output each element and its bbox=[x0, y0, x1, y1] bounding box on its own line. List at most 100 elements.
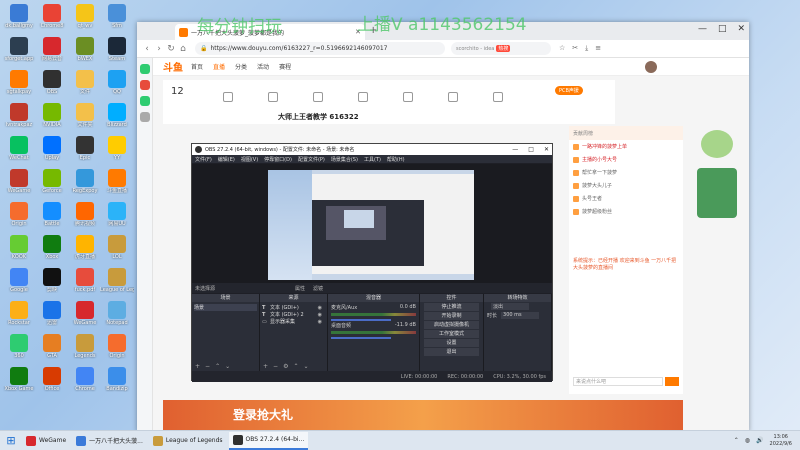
douyu-logo[interactable]: 斗鱼 bbox=[163, 59, 183, 74]
download-icon[interactable]: ⤓ bbox=[585, 44, 588, 53]
desktop-icon[interactable]: Blizzard bbox=[102, 103, 132, 128]
desktop-icon[interactable]: Chrome bbox=[70, 367, 100, 392]
desktop-icon[interactable]: Notepad bbox=[102, 301, 132, 326]
desktop-icon[interactable]: Geforce bbox=[37, 169, 67, 194]
control-button[interactable]: 设置 bbox=[424, 339, 479, 347]
add-source-button[interactable]: + bbox=[263, 363, 268, 370]
desktop-icon[interactable]: YY bbox=[102, 136, 132, 161]
nav-item-live[interactable]: 直播 bbox=[213, 62, 225, 71]
minimize-button[interactable]: — bbox=[698, 24, 707, 34]
tray-arrow-icon[interactable]: ⌃ bbox=[734, 437, 739, 444]
taskbar-item[interactable]: 一万八千把大头菠... bbox=[72, 432, 147, 450]
obs-menu-item[interactable]: 文件(F) bbox=[195, 156, 212, 163]
desktop-icon[interactable]: LOL bbox=[102, 235, 132, 260]
desktop-icon[interactable]: KOOK bbox=[4, 235, 34, 260]
desktop-icon[interactable]: QQ bbox=[102, 70, 132, 95]
obs-minimize-button[interactable]: — bbox=[512, 146, 518, 153]
send-button[interactable] bbox=[665, 377, 679, 386]
desktop-icon[interactable]: Chrome8 bbox=[37, 4, 67, 29]
source-item[interactable]: T 文本 (GDI+) 2 ◉ bbox=[262, 311, 325, 319]
desktop-icon[interactable]: 斗鱼直播 bbox=[102, 169, 132, 194]
move-up-icon[interactable]: ⌃ bbox=[215, 363, 220, 370]
rank-row[interactable]: 一路冲锋的菠萝上单 bbox=[569, 140, 683, 153]
obs-menu-item[interactable]: 工具(T) bbox=[364, 156, 381, 163]
desktop-icon[interactable]: Xbox Game bbox=[4, 367, 34, 392]
desktop-icon[interactable]: 网易云音 bbox=[37, 37, 67, 62]
fans-icon[interactable] bbox=[358, 92, 368, 102]
gift-icon[interactable] bbox=[223, 92, 233, 102]
wave-icon[interactable] bbox=[268, 92, 278, 102]
desktop-icon[interactable]: 剪映 bbox=[37, 268, 67, 293]
tv-icon[interactable] bbox=[403, 92, 413, 102]
desktop-icon[interactable]: Legends bbox=[70, 334, 100, 359]
control-button[interactable]: 退出 bbox=[424, 348, 479, 356]
desktop-icon[interactable]: Origin bbox=[102, 334, 132, 359]
desktop-icon[interactable]: Bandizip bbox=[102, 367, 132, 392]
sidebar-more-icon[interactable] bbox=[139, 112, 150, 122]
eye-icon[interactable]: ◉ bbox=[318, 319, 322, 325]
desktop-icon[interactable]: sgtalkpay bbox=[4, 70, 34, 95]
remove-source-button[interactable]: − bbox=[273, 363, 278, 370]
move-down-icon[interactable]: ⌄ bbox=[225, 363, 230, 370]
desktop-icon[interactable]: lvntrakpaz bbox=[4, 103, 34, 128]
network-icon[interactable]: ◍ bbox=[745, 437, 750, 444]
desktop-icon[interactable]: bWEX bbox=[70, 37, 100, 62]
desktop-icon[interactable]: 文件夹 bbox=[70, 103, 100, 128]
source-item[interactable]: ▭ 显示器采集 ◉ bbox=[262, 318, 325, 326]
maximize-button[interactable]: □ bbox=[718, 24, 727, 34]
obs-menu-item[interactable]: 视图(V) bbox=[241, 156, 258, 163]
desktop-icon[interactable]: 网易UU bbox=[102, 202, 132, 227]
desktop-icon[interactable]: Google bbox=[4, 268, 34, 293]
desktop-icon[interactable]: NVIDIA bbox=[37, 103, 67, 128]
add-scene-button[interactable]: + bbox=[195, 363, 200, 370]
close-button[interactable]: ✕ bbox=[737, 24, 745, 34]
obs-close-button[interactable]: ✕ bbox=[544, 146, 549, 153]
desktop-icon[interactable]: League of Legends bbox=[100, 268, 134, 293]
volume-icon[interactable]: 🔊 bbox=[756, 437, 763, 444]
source-settings-icon[interactable]: ⚙ bbox=[283, 363, 288, 370]
address-bar[interactable]: 🔒 https://www.douyu.com/6163227_r=0.5196… bbox=[195, 42, 445, 55]
menu-icon[interactable]: ≡ bbox=[595, 44, 601, 53]
desktop-icon[interactable]: Battle bbox=[37, 202, 67, 227]
rank-row[interactable]: 菠萝大头儿子 bbox=[569, 179, 683, 192]
desktop-icon[interactable]: OBS bbox=[37, 70, 67, 95]
rank-row[interactable]: 菠萝超级粉丝 bbox=[569, 205, 683, 218]
sidebar-weibo-icon[interactable] bbox=[139, 80, 150, 90]
desktop-icon[interactable]: Sfm bbox=[102, 4, 132, 29]
desktop-icon[interactable]: 虎牙直播 bbox=[70, 235, 100, 260]
desktop-icon[interactable]: WeGame bbox=[70, 301, 100, 326]
transition-select[interactable]: 淡出 bbox=[491, 303, 529, 310]
obs-menu-item[interactable]: 编辑(E) bbox=[218, 156, 235, 163]
bag-icon[interactable] bbox=[493, 92, 503, 102]
user-avatar[interactable] bbox=[645, 61, 657, 73]
forward-button[interactable]: › bbox=[153, 44, 165, 54]
sidebar-wechat-icon[interactable] bbox=[139, 96, 150, 106]
desktop-icon[interactable]: 文件 bbox=[70, 70, 100, 95]
nav-item-category[interactable]: 分类 bbox=[235, 62, 247, 71]
obs-preview[interactable] bbox=[192, 164, 552, 283]
home-button[interactable]: ⌂ bbox=[177, 44, 189, 54]
move-down-icon[interactable]: ⌄ bbox=[303, 363, 308, 370]
desktop-icon[interactable]: Office bbox=[37, 367, 67, 392]
desktop-icon[interactable]: fuck.pdf bbox=[70, 268, 100, 293]
shop-icon[interactable] bbox=[448, 92, 458, 102]
pcb-button[interactable]: PCB声援 bbox=[555, 86, 583, 95]
ad-banner[interactable] bbox=[697, 168, 737, 218]
desktop-icon[interactable]: sforget.app bbox=[4, 37, 34, 62]
screenshot-icon[interactable]: ✂ bbox=[572, 44, 578, 53]
rank-row[interactable]: 主播的小号大号 bbox=[569, 153, 683, 166]
filters-button[interactable]: 滤镜 bbox=[313, 285, 323, 292]
source-item[interactable]: T 文本 (GDI+) ◉ bbox=[262, 304, 325, 312]
desktop-icon[interactable]: Epic bbox=[70, 136, 100, 161]
control-button[interactable]: 停止推流 bbox=[424, 303, 479, 311]
control-button[interactable]: 启动虚拟摄像机 bbox=[424, 321, 479, 329]
desktop-icon[interactable]: WeGame bbox=[4, 169, 34, 194]
desktop-icon[interactable]: GTA bbox=[37, 334, 67, 359]
desktop-icon[interactable]: Uplay bbox=[37, 136, 67, 161]
promo-banner[interactable]: 登录抢大礼 bbox=[163, 400, 683, 432]
refresh-button[interactable]: ↻ bbox=[165, 44, 177, 54]
chat-input[interactable]: 来说点什么吧 bbox=[573, 377, 663, 386]
desktop-icon[interactable]: Rockstar bbox=[4, 301, 34, 326]
desktop-icon[interactable]: 腾讯视频 bbox=[70, 202, 100, 227]
remove-scene-button[interactable]: − bbox=[205, 363, 210, 370]
